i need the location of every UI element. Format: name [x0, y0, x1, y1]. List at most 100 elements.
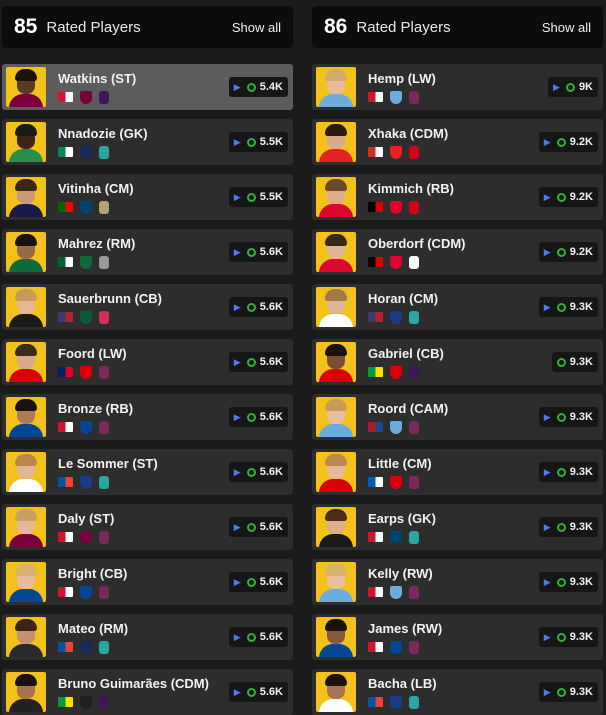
player-card[interactable]: Bronze (RB) ▶ 5.6K [2, 394, 293, 440]
club-crest-icon [390, 365, 402, 379]
price-value: 9.3K [569, 301, 593, 313]
portrait-hair [15, 344, 37, 356]
player-card[interactable]: Bright (CB) ▶ 5.6K [2, 559, 293, 605]
playstation-icon: ▶ [543, 466, 551, 477]
league-logo-icon [409, 475, 419, 489]
club-crest-icon [80, 145, 92, 159]
portrait-kit [9, 259, 43, 272]
player-card[interactable]: Kelly (RW) ▶ 9.3K [312, 559, 603, 605]
price-value: 5.5K [259, 191, 283, 203]
portrait-hair [325, 344, 347, 356]
portrait-kit [9, 534, 43, 547]
nation-flag-icon [368, 477, 383, 487]
section-rating: 86 [324, 15, 348, 38]
portrait-kit [319, 259, 353, 272]
portrait-kit [9, 589, 43, 602]
portrait-hair [15, 564, 37, 576]
section-rating: 85 [14, 15, 38, 38]
player-card[interactable]: Kimmich (RB) ▶ 9.2K [312, 174, 603, 220]
xbox-icon [556, 412, 566, 422]
player-card[interactable]: Hemp (LW) ▶ 9K [312, 64, 603, 110]
player-card[interactable]: James (RW) ▶ 9.3K [312, 614, 603, 660]
league-logo-icon [409, 365, 419, 379]
player-portrait [6, 287, 46, 327]
portrait-kit [319, 204, 353, 217]
price-value: 9.3K [569, 521, 593, 533]
nation-flag-icon [368, 642, 383, 652]
xbox-icon [246, 192, 256, 202]
player-card[interactable]: Vitinha (CM) ▶ 5.5K [2, 174, 293, 220]
portrait-hair [325, 509, 347, 521]
player-card[interactable]: Le Sommer (ST) ▶ 5.6K [2, 449, 293, 495]
playstation-icon: ▶ [543, 301, 551, 312]
price-value: 5.6K [259, 631, 283, 643]
portrait-kit [9, 644, 43, 657]
portrait-hair [15, 454, 37, 466]
price-tag: ▶ 5.6K [228, 352, 288, 372]
league-logo-icon [409, 310, 419, 324]
player-card[interactable]: Gabriel (CB) 9.3K [312, 339, 603, 385]
league-logo-icon [409, 530, 419, 544]
league-logo-icon [99, 695, 109, 709]
player-portrait [316, 672, 356, 712]
playstation-icon: ▶ [233, 686, 241, 697]
player-portrait [6, 397, 46, 437]
price-tag: ▶ 5.6K [228, 242, 288, 262]
player-card[interactable]: Roord (CAM) ▶ 9.3K [312, 394, 603, 440]
nation-flag-icon [368, 257, 383, 267]
league-logo-icon [99, 475, 109, 489]
league-logo-icon [409, 695, 419, 709]
price-tag: ▶ 9K [547, 77, 598, 97]
playstation-icon: ▶ [233, 136, 241, 147]
section-title: Rated Players [356, 18, 451, 36]
price-tag: ▶ 9.3K [538, 297, 598, 317]
player-card[interactable]: Mahrez (RM) ▶ 5.6K [2, 229, 293, 275]
player-portrait [6, 672, 46, 712]
player-card[interactable]: Nnadozie (GK) ▶ 5.5K [2, 119, 293, 165]
xbox-icon [556, 247, 566, 257]
xbox-icon [246, 522, 256, 532]
show-all-button[interactable]: Show all [232, 20, 281, 35]
player-card[interactable]: Horan (CM) ▶ 9.3K [312, 284, 603, 330]
portrait-hair [325, 399, 347, 411]
player-list: Hemp (LW) ▶ 9K Xhaka (CDM) ▶ 9.2K Kimmich (RB)… [312, 64, 603, 715]
player-card[interactable]: Mateo (RM) ▶ 5.6K [2, 614, 293, 660]
league-logo-icon [409, 145, 419, 159]
league-logo-icon [99, 585, 109, 599]
playstation-icon: ▶ [233, 301, 241, 312]
player-card[interactable]: Bruno Guimarães (CDM) ▶ 5.6K [2, 669, 293, 715]
price-tag: ▶ 9.3K [538, 572, 598, 592]
club-crest-icon [390, 475, 402, 489]
player-card[interactable]: Xhaka (CDM) ▶ 9.2K [312, 119, 603, 165]
playstation-icon: ▶ [233, 631, 241, 642]
player-portrait [6, 617, 46, 657]
club-crest-icon [80, 585, 92, 599]
club-crest-icon [80, 640, 92, 654]
xbox-icon [556, 522, 566, 532]
portrait-hair [325, 179, 347, 191]
league-logo-icon [409, 200, 419, 214]
player-portrait [316, 452, 356, 492]
club-crest-icon [390, 200, 402, 214]
player-card[interactable]: Earps (GK) ▶ 9.3K [312, 504, 603, 550]
price-tag: ▶ 9.3K [538, 682, 598, 702]
player-card[interactable]: Watkins (ST) ▶ 5.4K [2, 64, 293, 110]
portrait-kit [319, 149, 353, 162]
player-card[interactable]: Foord (LW) ▶ 5.6K [2, 339, 293, 385]
portrait-kit [319, 314, 353, 327]
price-tag: ▶ 5.4K [228, 77, 288, 97]
price-value: 9.3K [569, 576, 593, 588]
portrait-hair [325, 234, 347, 246]
league-logo-icon [99, 365, 109, 379]
player-card[interactable]: Little (CM) ▶ 9.3K [312, 449, 603, 495]
xbox-icon [246, 137, 256, 147]
player-card[interactable]: Bacha (LB) ▶ 9.3K [312, 669, 603, 715]
player-card[interactable]: Sauerbrunn (CB) ▶ 5.6K [2, 284, 293, 330]
price-tag: 9.3K [551, 352, 598, 372]
league-logo-icon [409, 90, 419, 104]
player-card[interactable]: Oberdorf (CDM) ▶ 9.2K [312, 229, 603, 275]
league-logo-icon [409, 585, 419, 599]
playstation-icon: ▶ [233, 356, 241, 367]
player-card[interactable]: Daly (ST) ▶ 5.6K [2, 504, 293, 550]
show-all-button[interactable]: Show all [542, 20, 591, 35]
